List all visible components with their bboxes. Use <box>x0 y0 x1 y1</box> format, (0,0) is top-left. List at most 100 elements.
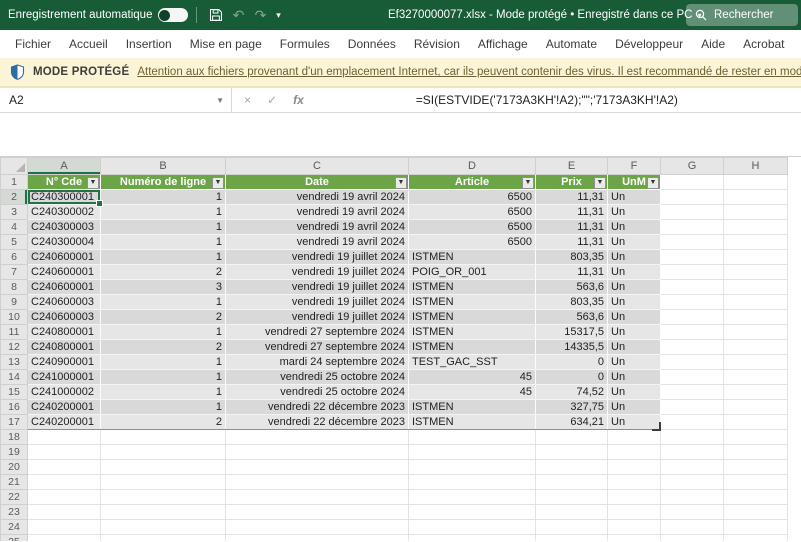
cell-A15[interactable]: C241000002 <box>28 385 101 400</box>
ribbon-tab-aide[interactable]: Aide <box>692 30 734 58</box>
cell-F5[interactable]: Un <box>608 235 661 250</box>
cell[interactable] <box>101 520 226 535</box>
cell-C10[interactable]: vendredi 19 juillet 2024 <box>226 310 409 325</box>
cell-C9[interactable]: vendredi 19 juillet 2024 <box>226 295 409 310</box>
cell[interactable] <box>409 535 536 542</box>
cell[interactable] <box>608 490 661 505</box>
cell[interactable] <box>608 460 661 475</box>
cell[interactable] <box>101 445 226 460</box>
cell-A8[interactable]: C240600001 <box>28 280 101 295</box>
cell[interactable] <box>28 460 101 475</box>
autosave-toggle[interactable] <box>158 8 188 22</box>
cell-C7[interactable]: vendredi 19 juillet 2024 <box>226 265 409 280</box>
cell[interactable] <box>536 490 608 505</box>
cell[interactable] <box>608 445 661 460</box>
cell[interactable] <box>409 490 536 505</box>
cell[interactable] <box>724 475 788 490</box>
cell-F11[interactable]: Un <box>608 325 661 340</box>
cell[interactable] <box>226 475 409 490</box>
table-header-F[interactable]: UnM▼ <box>608 175 661 190</box>
cell[interactable] <box>724 415 788 430</box>
cell[interactable] <box>608 520 661 535</box>
row-header-1[interactable]: 1 <box>1 175 28 190</box>
cell[interactable] <box>724 505 788 520</box>
cell-A16[interactable]: C240200001 <box>28 400 101 415</box>
cell[interactable] <box>724 220 788 235</box>
cell[interactable] <box>409 460 536 475</box>
cell-E2[interactable]: 11,31 <box>536 190 608 205</box>
cell-A7[interactable]: C240600001 <box>28 265 101 280</box>
cell-E6[interactable]: 803,35 <box>536 250 608 265</box>
cell[interactable] <box>661 475 724 490</box>
cell-D9[interactable]: ISTMEN <box>409 295 536 310</box>
row-header-10[interactable]: 10 <box>1 310 28 325</box>
cell[interactable] <box>28 520 101 535</box>
table-header-B[interactable]: Numéro de ligne▼ <box>101 175 226 190</box>
cell[interactable] <box>226 505 409 520</box>
ribbon-tab-automate[interactable]: Automate <box>537 30 606 58</box>
cell[interactable] <box>536 505 608 520</box>
cell-F3[interactable]: Un <box>608 205 661 220</box>
cell[interactable] <box>661 205 724 220</box>
select-all-corner[interactable] <box>1 158 28 175</box>
cell-A4[interactable]: C240300003 <box>28 220 101 235</box>
ribbon-tab-accueil[interactable]: Accueil <box>60 30 117 58</box>
cell-C5[interactable]: vendredi 19 avril 2024 <box>226 235 409 250</box>
cell[interactable] <box>409 445 536 460</box>
cell-C16[interactable]: vendredi 22 décembre 2023 <box>226 400 409 415</box>
row-header-24[interactable]: 24 <box>1 520 28 535</box>
cell-D11[interactable]: ISTMEN <box>409 325 536 340</box>
cell-F7[interactable]: Un <box>608 265 661 280</box>
protected-mode-message[interactable]: Attention aux fichiers provenant d'un em… <box>137 66 801 78</box>
cell[interactable] <box>661 460 724 475</box>
search-box[interactable]: Rechercher <box>686 4 798 26</box>
column-header-B[interactable]: B <box>101 158 226 175</box>
filter-button[interactable]: ▼ <box>395 177 407 189</box>
cell-E3[interactable]: 11,31 <box>536 205 608 220</box>
row-header-3[interactable]: 3 <box>1 205 28 220</box>
name-box[interactable]: A2 ▼ <box>0 88 232 112</box>
ribbon-tab-acrobat[interactable]: Acrobat <box>734 30 793 58</box>
cell[interactable] <box>608 505 661 520</box>
cell[interactable] <box>28 535 101 542</box>
row-header-12[interactable]: 12 <box>1 340 28 355</box>
cell-D14[interactable]: 45 <box>409 370 536 385</box>
cell[interactable] <box>661 295 724 310</box>
window-title[interactable]: Ef3270000077.xlsx - Mode protégé • Enreg… <box>388 0 702 30</box>
insert-function-icon[interactable]: fx <box>293 93 304 107</box>
cell-C4[interactable]: vendredi 19 avril 2024 <box>226 220 409 235</box>
ribbon-tab-fichier[interactable]: Fichier <box>6 30 60 58</box>
cell-F4[interactable]: Un <box>608 220 661 235</box>
cell[interactable] <box>661 265 724 280</box>
ribbon-tab-affichage[interactable]: Affichage <box>469 30 537 58</box>
cell-D7[interactable]: POIG_OR_001 <box>409 265 536 280</box>
cell-C3[interactable]: vendredi 19 avril 2024 <box>226 205 409 220</box>
cell[interactable] <box>724 520 788 535</box>
cell[interactable] <box>724 175 788 190</box>
cell-C11[interactable]: vendredi 27 septembre 2024 <box>226 325 409 340</box>
ribbon-tab-insertion[interactable]: Insertion <box>117 30 181 58</box>
cell[interactable] <box>28 475 101 490</box>
cell[interactable] <box>724 460 788 475</box>
cell-E17[interactable]: 634,21 <box>536 415 608 430</box>
cell-B15[interactable]: 1 <box>101 385 226 400</box>
column-header-C[interactable]: C <box>226 158 409 175</box>
cell-D2[interactable]: 6500 <box>409 190 536 205</box>
cell-E9[interactable]: 803,35 <box>536 295 608 310</box>
save-icon[interactable] <box>205 4 227 26</box>
row-header-5[interactable]: 5 <box>1 235 28 250</box>
row-header-16[interactable]: 16 <box>1 400 28 415</box>
ribbon-tab-mise-en-page[interactable]: Mise en page <box>181 30 271 58</box>
quick-access-caret-icon[interactable]: ▾ <box>271 4 285 26</box>
cell-C12[interactable]: vendredi 27 septembre 2024 <box>226 340 409 355</box>
cell[interactable] <box>101 535 226 542</box>
cell-F10[interactable]: Un <box>608 310 661 325</box>
cell-B2[interactable]: 1 <box>101 190 226 205</box>
cell[interactable] <box>28 445 101 460</box>
cell-A12[interactable]: C240800001 <box>28 340 101 355</box>
cell-D15[interactable]: 45 <box>409 385 536 400</box>
cell[interactable] <box>28 505 101 520</box>
cell[interactable] <box>661 355 724 370</box>
cell-C2[interactable]: vendredi 19 avril 2024 <box>226 190 409 205</box>
filter-button[interactable]: ▼ <box>594 177 606 189</box>
